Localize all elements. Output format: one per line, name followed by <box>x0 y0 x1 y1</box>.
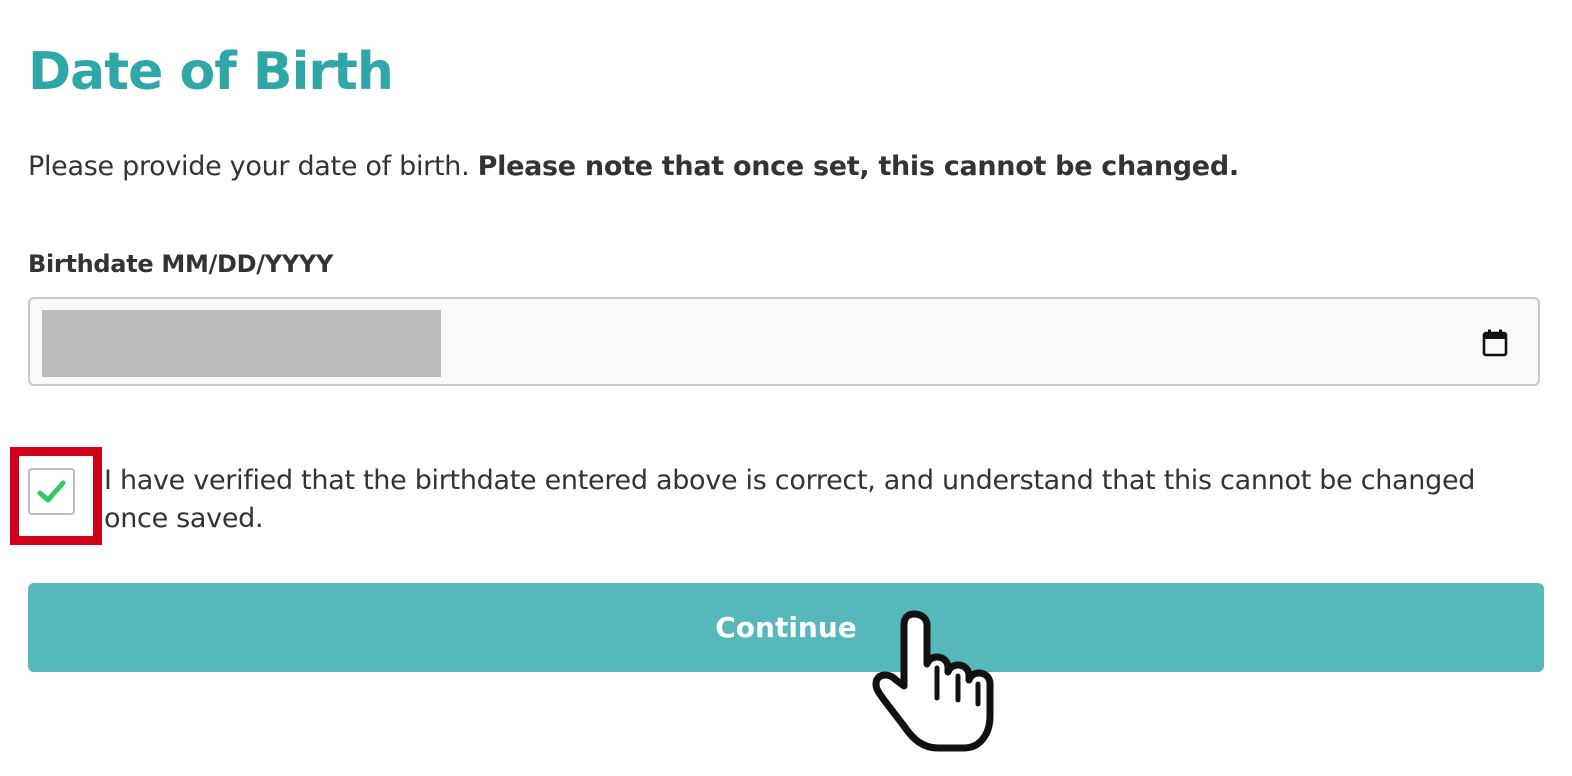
continue-button[interactable]: Continue <box>28 583 1544 672</box>
verification-text: I have verified that the birthdate enter… <box>104 465 1476 534</box>
redacted-value <box>42 310 441 377</box>
intro-emphasis: Please note that once set, this cannot b… <box>477 151 1239 182</box>
intro-text: Please provide your date of birth. Pleas… <box>28 148 1239 186</box>
birthdate-label: Birthdate MM/DD/YYYY <box>28 250 334 278</box>
verify-checkbox[interactable] <box>28 468 75 515</box>
calendar-icon[interactable] <box>1482 329 1508 357</box>
birthdate-input[interactable] <box>28 297 1540 386</box>
intro-plain: Please provide your date of birth. <box>28 151 478 182</box>
checkmark-icon <box>37 480 66 503</box>
page-title: Date of Birth <box>28 42 394 102</box>
